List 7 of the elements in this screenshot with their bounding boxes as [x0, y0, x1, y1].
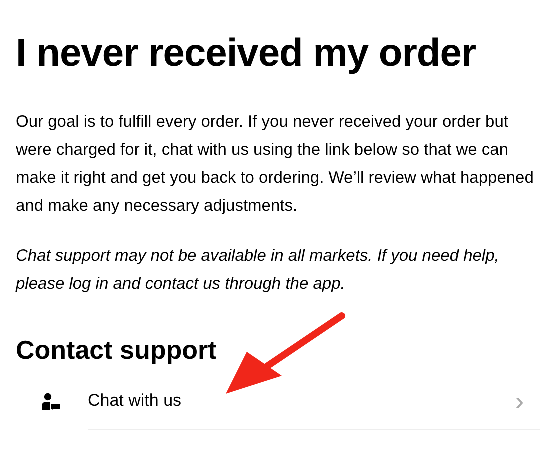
- person-chat-icon: [42, 392, 60, 410]
- page-title: I never received my order: [16, 31, 478, 77]
- section-heading: Contact support: [16, 334, 218, 367]
- link-label: Chat with us: [88, 390, 183, 412]
- note-paragraph: Chat support may not be available in all markets. If you need help, please log in and contact us through the app.: [16, 246, 500, 295]
- body-paragraph: Our goal is to fulfill every order. If you never received your order but were charged for it, chat with us using the link below so that we can make it right and get you back to ordering. We’ll review what happened and make any necessary adjustments.: [16, 112, 535, 217]
- chevron-icon: ›: [515, 388, 524, 414]
